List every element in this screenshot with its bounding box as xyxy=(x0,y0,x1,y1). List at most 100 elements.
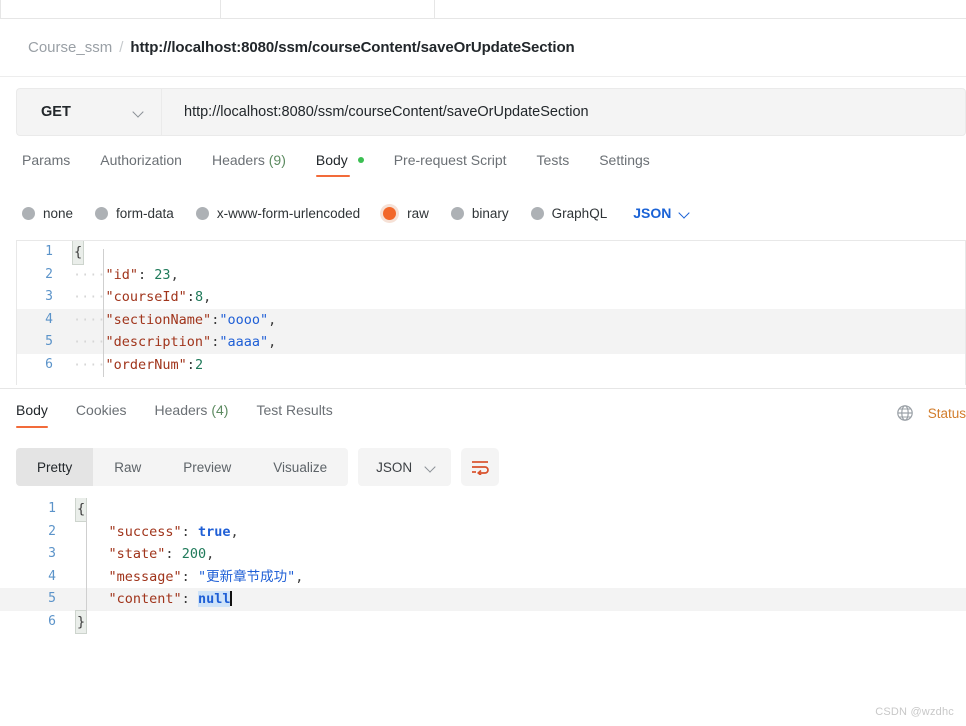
request-body-editor[interactable]: 1 {2 ····"id": 23, 3 ····"courseId":8, 4 ····"… xyxy=(16,240,966,385)
page-title: http://localhost:8080/ssm/courseContent/… xyxy=(130,39,575,56)
body-modified-dot-icon xyxy=(357,157,364,163)
code-text: "content": null xyxy=(108,591,232,607)
view-pretty[interactable]: Pretty xyxy=(16,448,94,486)
code-fold-guide xyxy=(86,512,87,616)
url-input[interactable]: http://localhost:8080/ssm/courseContent/… xyxy=(161,88,966,136)
line-number: 2 xyxy=(45,266,53,282)
tab-headers[interactable]: Headers (9) xyxy=(212,152,286,177)
code-line: 4 "message": "更新章节成功", xyxy=(0,566,966,589)
tab-headers-label: Headers xyxy=(211,152,265,168)
response-format-selector[interactable]: JSON xyxy=(358,448,452,486)
radio-icon xyxy=(195,206,209,220)
body-type-binary[interactable]: binary xyxy=(450,205,509,221)
response-tab-headers[interactable]: Headers (4) xyxy=(155,402,229,428)
tab-pre-request-script-label: Pre-request Script xyxy=(393,152,507,168)
tab-authorization[interactable]: Authorization xyxy=(100,152,182,177)
response-section-tabs: Body Cookies Headers (4) Test Results xyxy=(16,402,333,434)
tab-body[interactable]: Body xyxy=(315,152,364,177)
code-text: "success": true, xyxy=(108,523,239,540)
code-text: ····"id": 23, xyxy=(73,266,179,283)
code-line: 5 "content": null xyxy=(0,588,966,611)
tab-tests[interactable]: Tests xyxy=(537,152,570,177)
body-type-raw[interactable]: raw xyxy=(382,206,429,221)
body-type-form-data[interactable]: form-data xyxy=(95,206,174,221)
chevron-down-icon xyxy=(426,462,437,473)
radio-icon xyxy=(95,206,109,220)
tab-pre-request-script[interactable]: Pre-request Script xyxy=(394,152,507,177)
tab-params[interactable]: Params xyxy=(22,152,70,177)
request-section-tabs: Params Authorization Headers (9) Body Pr… xyxy=(22,152,650,186)
line-number: 2 xyxy=(48,523,56,539)
code-line: 2 "success": true, xyxy=(0,521,966,544)
response-body-viewer[interactable]: 1{2 "success": true, 3 "state": 200, 4 "me… xyxy=(0,498,966,643)
line-number: 5 xyxy=(48,591,56,606)
code-line: 2 ····"id": 23, xyxy=(17,264,965,287)
breadcrumb-separator: / xyxy=(119,39,124,56)
line-number: 4 xyxy=(48,568,56,584)
radio-selected-icon xyxy=(383,206,397,220)
body-type-raw-label: raw xyxy=(407,205,429,221)
code-line: 6 ····"orderNum":2 xyxy=(17,354,965,377)
response-tab-headers-count: (4) xyxy=(211,402,229,418)
url-input-value: http://localhost:8080/ssm/courseContent/… xyxy=(184,104,589,120)
view-preview[interactable]: Preview xyxy=(162,448,252,486)
body-type-binary-label: binary xyxy=(471,205,509,221)
code-line: 1{ xyxy=(0,498,966,522)
body-type-urlencoded-label: x-www-form-urlencoded xyxy=(216,205,361,221)
view-visualize[interactable]: Visualize xyxy=(252,448,348,486)
response-tab-body[interactable]: Body xyxy=(16,402,48,428)
radio-icon xyxy=(22,206,35,220)
url-bar: GET http://localhost:8080/ssm/courseCont… xyxy=(16,88,966,136)
response-view-switcher: Pretty Raw Preview Visualize xyxy=(16,448,349,486)
tab-divider-left xyxy=(0,0,1,18)
line-number: 4 xyxy=(45,311,53,327)
code-text: ····"orderNum":2 xyxy=(73,356,204,373)
request-tab-strip[interactable] xyxy=(0,0,966,19)
code-text: } xyxy=(68,609,88,634)
chevron-down-icon xyxy=(680,208,691,219)
response-code-lines: 1{2 "success": true, 3 "state": 200, 4 "me… xyxy=(0,498,966,634)
raw-format-label: JSON xyxy=(633,205,672,221)
body-type-options: none form-data x-www-form-urlencoded raw… xyxy=(22,200,691,226)
line-number: 1 xyxy=(48,501,56,516)
radio-icon xyxy=(450,206,464,220)
code-text: "state": 200, xyxy=(108,546,215,562)
response-tab-cookies[interactable]: Cookies xyxy=(76,402,127,428)
word-wrap-button[interactable] xyxy=(461,448,500,486)
code-line: 3 ····"courseId":8, xyxy=(17,286,965,309)
code-text: ····"courseId":8, xyxy=(73,289,212,305)
breadcrumb-collection[interactable]: Course_ssm xyxy=(28,39,112,56)
body-type-graphql-label: GraphQL xyxy=(551,205,608,221)
view-pretty-label: Pretty xyxy=(37,459,73,475)
response-tab-headers-label: Headers xyxy=(154,402,208,418)
http-method-selector[interactable]: GET xyxy=(16,88,161,136)
radio-icon xyxy=(530,206,544,220)
tab-tests-label: Tests xyxy=(536,152,570,168)
word-wrap-icon xyxy=(472,461,489,475)
line-number: 6 xyxy=(48,613,56,629)
tab-settings[interactable]: Settings xyxy=(599,152,650,177)
code-line: 6} xyxy=(0,609,966,634)
watermark: CSDN @wzdhc xyxy=(875,706,954,718)
response-divider xyxy=(0,388,966,389)
body-type-graphql[interactable]: GraphQL xyxy=(530,205,608,221)
response-tab-cookies-label: Cookies xyxy=(75,402,127,418)
view-visualize-label: Visualize xyxy=(273,459,328,475)
request-code-lines: 1 {2 ····"id": 23, 3 ····"courseId":8, 4 ····"… xyxy=(17,241,965,376)
response-tab-test-results-label: Test Results xyxy=(256,402,333,418)
response-tab-test-results[interactable]: Test Results xyxy=(256,402,332,428)
body-type-urlencoded[interactable]: x-www-form-urlencoded xyxy=(195,205,361,221)
code-text: ····"sectionName":"oooo", xyxy=(73,311,277,328)
tab-body-label: Body xyxy=(315,152,348,168)
raw-format-selector[interactable]: JSON xyxy=(633,205,691,221)
code-fold-guide xyxy=(103,249,104,377)
response-format-label: JSON xyxy=(376,459,413,475)
chevron-down-icon xyxy=(134,107,145,118)
view-raw-label: Raw xyxy=(114,459,142,475)
line-number: 1 xyxy=(45,244,53,259)
line-number: 3 xyxy=(45,289,53,304)
response-tab-body-label: Body xyxy=(16,402,48,418)
code-text: { xyxy=(65,241,85,265)
view-raw[interactable]: Raw xyxy=(93,448,162,486)
body-type-none[interactable]: none xyxy=(22,206,73,221)
